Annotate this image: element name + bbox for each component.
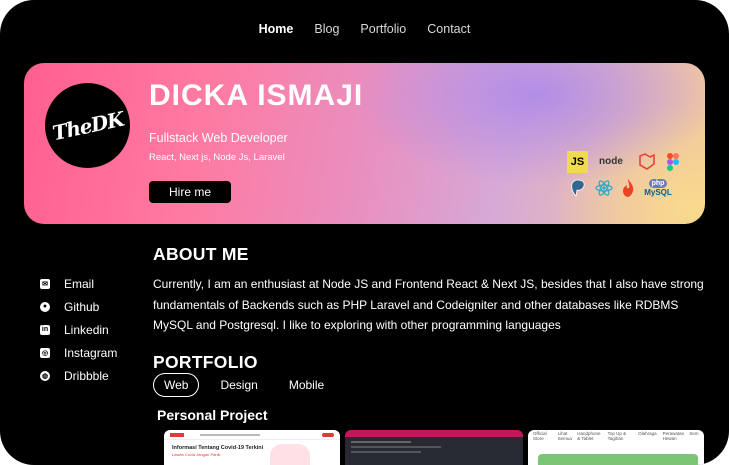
hero-role: Fullstack Web Developer [149, 131, 288, 145]
card-title: Informasi Tentang Covid-19 Terkini [172, 445, 264, 451]
instagram-icon: ◎ [40, 347, 50, 358]
social-linkedin[interactable]: in Linkedin [40, 318, 117, 341]
social-email-label: Email [64, 276, 95, 291]
social-github-label: Github [64, 299, 100, 314]
social-instagram[interactable]: ◎ Instagram [40, 341, 117, 364]
nav-contact[interactable]: Contact [427, 22, 470, 36]
hire-me-button[interactable]: Hire me [149, 181, 231, 203]
card-illustration [270, 444, 310, 465]
app-frame: Home Blog Portfolio Contact TheDK DICKA … [0, 0, 729, 465]
nodejs-icon: node [599, 156, 623, 168]
hero-stack: React, Next js, Node Js, Laravel [149, 152, 285, 163]
project-card-store[interactable]: Official Store Lihat Semua Handphone & T… [528, 430, 704, 465]
card-code-area [345, 437, 523, 457]
logo-text: TheDK [49, 106, 126, 145]
linkedin-icon: in [40, 324, 50, 335]
php-mysql-icon: php MySQL [644, 179, 672, 198]
nav-portfolio[interactable]: Portfolio [360, 22, 406, 36]
tech-stack-icons: JS node php MySQL [567, 150, 685, 200]
nav-blog[interactable]: Blog [314, 22, 339, 36]
postgresql-icon [567, 177, 589, 199]
social-links: ✉ Email ● Github in Linkedin ◎ Instagram… [40, 272, 117, 387]
card-banner [538, 454, 698, 465]
portfolio-tabs: Web Design Mobile [153, 373, 345, 397]
social-linkedin-label: Linkedin [64, 322, 109, 337]
mail-icon: ✉ [40, 278, 50, 289]
social-github[interactable]: ● Github [40, 295, 117, 318]
social-email[interactable]: ✉ Email [40, 272, 117, 295]
personal-project-heading: Personal Project [157, 407, 268, 423]
hero-banner: TheDK DICKA ISMAJI Fullstack Web Develop… [24, 63, 705, 224]
figma-icon [664, 151, 682, 173]
project-card-covid[interactable]: Informasi Tentang Covid-19 Terkini Lawan… [164, 430, 340, 465]
social-instagram-label: Instagram [64, 345, 118, 360]
tab-mobile[interactable]: Mobile [279, 374, 334, 396]
tab-design[interactable]: Design [210, 374, 267, 396]
hero-name: DICKA ISMAJI [149, 79, 364, 112]
codeigniter-icon [619, 177, 637, 199]
card-menu: Official Store Lihat Semua Handphone & T… [533, 431, 699, 441]
about-section: ABOUT ME Currently, I am an enthusiast a… [153, 244, 713, 373]
card-subtitle: Lawan Covid Jangan Panik [172, 452, 221, 457]
portfolio-heading: PORTFOLIO [153, 351, 258, 372]
about-heading: ABOUT ME [153, 244, 249, 264]
dribbble-icon: ◍ [40, 370, 50, 381]
project-card-code[interactable] [345, 430, 523, 465]
nav-home[interactable]: Home [259, 22, 294, 36]
js-icon: JS [567, 150, 588, 173]
logo: TheDK [45, 83, 130, 168]
card-top-bar [345, 430, 523, 437]
top-nav: Home Blog Portfolio Contact [0, 22, 729, 36]
react-icon [593, 177, 615, 199]
social-dribbble-label: Dribbble [64, 368, 109, 383]
social-dribbble[interactable]: ◍ Dribbble [40, 364, 117, 387]
card-nav [164, 430, 340, 440]
about-text: Currently, I am an enthusiast at Node JS… [153, 277, 704, 332]
laravel-icon [634, 151, 660, 173]
github-icon: ● [40, 301, 50, 312]
tab-web[interactable]: Web [153, 373, 200, 397]
